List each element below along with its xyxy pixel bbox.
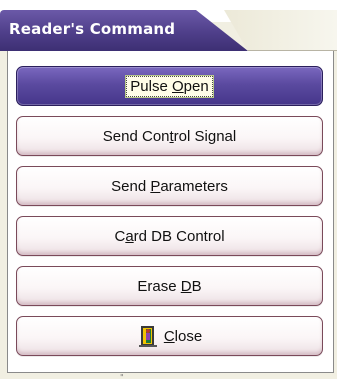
erase-db-mnemonic: D [180, 277, 192, 295]
close-label-post: lose [174, 327, 203, 345]
erase-db-label: Erase DB [137, 278, 201, 295]
close-mnemonic: C [163, 327, 175, 345]
erase-db-button[interactable]: Erase DB [16, 266, 323, 306]
pulse-open-label: Pulse Open [125, 74, 214, 98]
card-db-control-mnemonic: a [125, 227, 134, 245]
card-db-control-label: Card DB Control [114, 228, 224, 245]
send-parameters-mnemonic: P [150, 177, 161, 195]
pulse-open-label-pre: Pulse [130, 77, 172, 95]
card-db-control-label-post: rd DB Control [133, 227, 225, 245]
erase-db-label-pre: Erase [137, 277, 181, 295]
pulse-open-label-post: pen [183, 77, 209, 95]
pulse-open-button[interactable]: Pulse Open [16, 66, 323, 106]
send-control-signal-label: Send Control Signal [103, 128, 236, 145]
send-parameters-label-post: arameters [160, 177, 228, 195]
close-label: Close [164, 328, 202, 345]
send-control-signal-label-post: rol Signal [173, 127, 237, 145]
send-parameters-button[interactable]: Send Parameters [16, 166, 323, 206]
close-button[interactable]: Close [16, 316, 323, 356]
send-control-signal-label-pre: Send Con [102, 127, 170, 145]
bottom-marker: " [120, 373, 124, 382]
send-control-signal-button[interactable]: Send Control Signal [16, 116, 323, 156]
send-parameters-label: Send Parameters [111, 178, 228, 195]
title-tab-fade [224, 10, 337, 51]
erase-db-label-post: B [191, 277, 202, 295]
card-db-control-label-pre: C [114, 227, 126, 245]
window-title: Reader's Command [9, 20, 176, 38]
window-frame: Reader's Command Pulse Open Send Control… [0, 0, 337, 382]
exit-door-icon [138, 326, 157, 347]
send-parameters-label-pre: Send [111, 177, 151, 195]
card-db-control-button[interactable]: Card DB Control [16, 216, 323, 256]
close-content: Close [137, 324, 202, 348]
pulse-open-mnemonic: O [172, 77, 184, 95]
